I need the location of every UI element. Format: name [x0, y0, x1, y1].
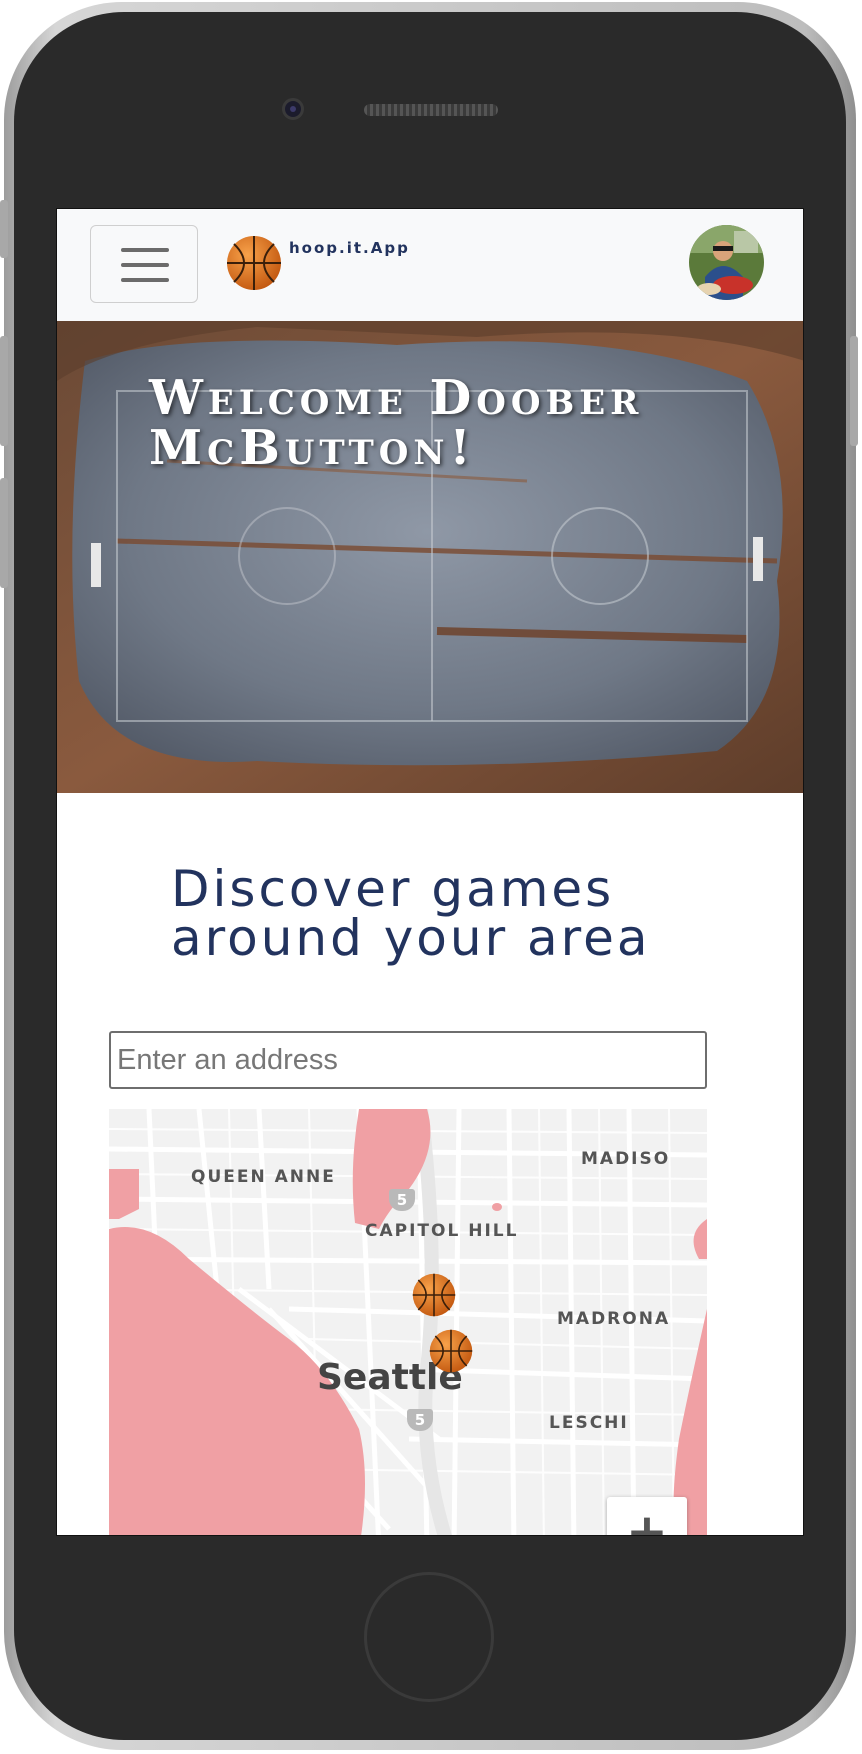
map-label-leschi: LESCHI [549, 1413, 629, 1433]
basketball-icon[interactable] [429, 1329, 473, 1373]
power-button [850, 336, 858, 446]
brand-name[interactable]: hoop.it.App [289, 239, 410, 257]
home-button [364, 1572, 494, 1702]
menu-toggle-button[interactable] [90, 225, 198, 303]
user-avatar[interactable] [689, 225, 764, 300]
volume-up-button [0, 336, 8, 446]
front-camera [282, 98, 304, 120]
basketball-icon[interactable] [226, 235, 282, 291]
highway-shield-icon: 5 [407, 1409, 433, 1431]
map-label-madison: MADISO [581, 1149, 671, 1169]
hamburger-icon [121, 248, 169, 252]
zoom-in-button[interactable]: + [607, 1497, 687, 1535]
map-label-madrona: MADRONA [557, 1309, 671, 1329]
map-label-queen-anne: QUEEN ANNE [191, 1167, 336, 1187]
volume-down-button [0, 478, 8, 588]
navbar: hoop.it.App [57, 209, 803, 321]
basketball-icon[interactable] [412, 1273, 456, 1317]
discover-heading: Discover games around your area [171, 860, 651, 967]
games-map[interactable]: QUEEN ANNE CAPITOL HILL MADISO MADRONA L… [109, 1109, 707, 1535]
welcome-heading: Welcome Doober McButton! [149, 370, 644, 476]
highway-shield-icon: 5 [389, 1189, 415, 1211]
app-screen: hoop.it.App Welcome Doober McButton! Dis… [56, 208, 804, 1536]
address-search-input[interactable] [109, 1031, 707, 1089]
earpiece-speaker [364, 104, 498, 116]
mute-switch [0, 200, 8, 258]
hero-banner: Welcome Doober McButton! [57, 321, 803, 793]
map-label-capitol-hill: CAPITOL HILL [365, 1221, 519, 1241]
